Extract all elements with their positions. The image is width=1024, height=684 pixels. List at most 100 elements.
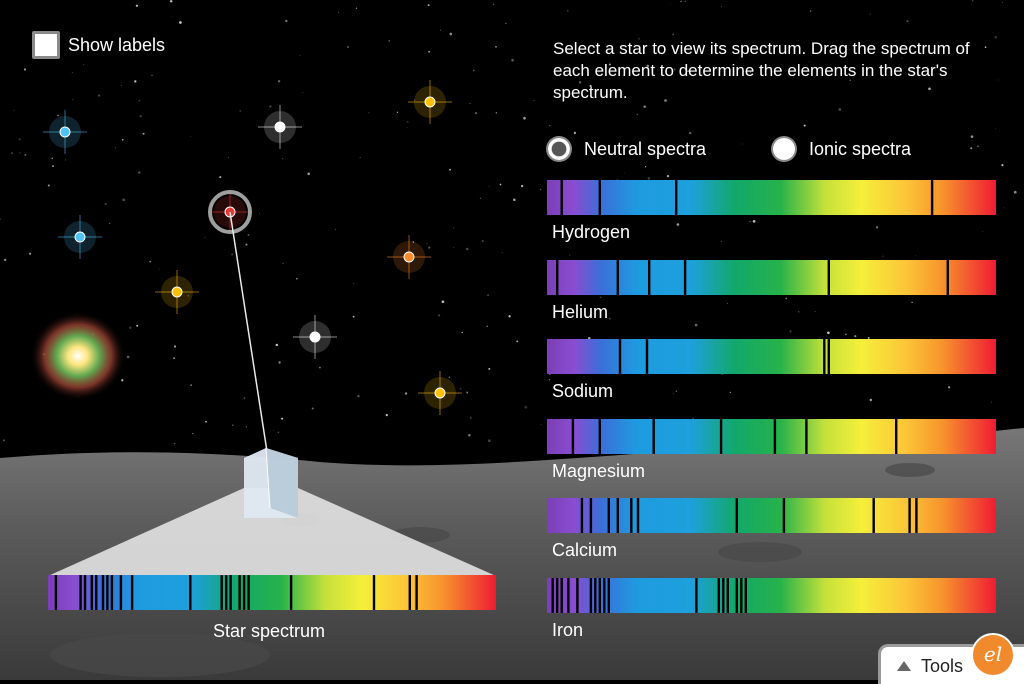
star-orange-1[interactable]: [387, 235, 431, 279]
background-star: [486, 325, 488, 327]
prism: [244, 447, 298, 518]
background-star: [449, 168, 451, 171]
background-star: [24, 153, 27, 156]
background-star: [151, 74, 153, 76]
absorption-line: [130, 575, 134, 610]
background-star: [245, 426, 247, 428]
spectrum-gradient: [48, 575, 496, 610]
background-star: [406, 120, 409, 123]
background-star: [453, 246, 455, 248]
background-star: [405, 392, 408, 395]
background-star: [752, 220, 756, 223]
tools-label: Tools: [921, 656, 964, 676]
spectrum-bar-hydrogen[interactable]: [547, 180, 996, 215]
tools-button[interactable]: Tools el: [878, 633, 1024, 684]
absorption-line: [598, 577, 601, 613]
absorption-line: [119, 575, 123, 610]
background-star: [57, 114, 59, 117]
absorption-line: [618, 339, 622, 374]
background-star: [809, 10, 812, 12]
background-star: [684, 0, 686, 2]
background-star: [72, 99, 74, 101]
background-star: [511, 58, 514, 62]
checkbox-box[interactable]: [32, 31, 60, 59]
explorelearning-logo: el: [971, 633, 1015, 677]
background-star: [567, 10, 569, 12]
background-star: [741, 143, 743, 145]
absorption-line: [607, 498, 610, 533]
background-star: [676, 223, 680, 226]
absorption-line: [54, 575, 58, 610]
absorption-line: [229, 575, 232, 610]
light-beam: [229, 211, 269, 459]
background-star: [495, 112, 498, 114]
background-star: [278, 361, 281, 364]
absorption-line: [567, 577, 570, 613]
background-star: [319, 366, 321, 369]
star-blue-1[interactable]: [43, 110, 87, 154]
neutral-spectra-radio[interactable]: Neutral spectra: [548, 138, 706, 160]
background-star: [385, 413, 388, 417]
background-star: [720, 240, 722, 242]
background-star: [636, 113, 639, 116]
spectrum-bar-helium[interactable]: [547, 259, 996, 295]
background-star: [624, 172, 626, 174]
absorption-line: [717, 577, 720, 613]
background-star: [501, 251, 503, 253]
star-yellow-1[interactable]: [408, 80, 452, 124]
spectrum-gradient: [547, 180, 996, 215]
absorption-line: [616, 259, 619, 295]
background-star: [158, 268, 160, 270]
spectrum-bar-sodium[interactable]: [547, 339, 996, 374]
background-star: [307, 172, 311, 176]
background-star: [970, 135, 974, 138]
star-blue-2[interactable]: [58, 215, 102, 259]
background-star: [120, 84, 123, 87]
ionic-spectra-radio[interactable]: Ionic spectra: [773, 138, 911, 160]
absorption-line: [220, 575, 223, 610]
background-star: [990, 401, 992, 403]
background-star: [347, 46, 350, 49]
spectrum-gradient: [547, 259, 996, 295]
absorption-line: [576, 577, 579, 613]
background-star: [135, 4, 139, 7]
star-yellow-3[interactable]: [418, 371, 462, 415]
absorption-line: [930, 180, 934, 215]
radio-unselected-icon[interactable]: [773, 138, 795, 160]
background-star: [911, 301, 913, 304]
background-star: [338, 12, 339, 13]
background-star: [427, 4, 430, 7]
background-star: [479, 197, 482, 200]
background-star: [301, 449, 302, 450]
spectrum-bar-iron[interactable]: [547, 577, 996, 613]
absorption-line: [908, 498, 911, 533]
absorption-line: [872, 498, 875, 533]
absorption-line: [603, 577, 606, 613]
background-star: [173, 357, 176, 360]
spectrum-bar-calcium[interactable]: [547, 498, 996, 533]
background-star: [231, 253, 234, 256]
radio-selected-icon[interactable]: [548, 138, 570, 160]
background-star: [359, 157, 361, 158]
spectrum-label-hydrogen: Hydrogen: [552, 222, 631, 242]
background-star: [727, 302, 728, 304]
star-yellow-2[interactable]: [155, 270, 199, 314]
background-star: [643, 105, 646, 108]
star-white-2[interactable]: [293, 315, 337, 359]
background-star: [505, 22, 507, 25]
background-star: [729, 391, 731, 394]
show-labels-checkbox[interactable]: Show labels: [32, 31, 165, 59]
background-star: [493, 3, 495, 5]
background-star: [573, 131, 577, 135]
background-star: [513, 198, 516, 202]
background-star: [108, 222, 111, 225]
background-star: [122, 139, 124, 141]
background-star: [523, 116, 526, 120]
spectrum-bar-magnesium[interactable]: [547, 418, 996, 454]
background-star: [982, 231, 983, 232]
absorption-line: [560, 577, 563, 613]
background-star: [869, 398, 872, 402]
background-star: [472, 69, 475, 72]
star-white-1[interactable]: [258, 105, 302, 149]
background-star: [299, 55, 301, 57]
